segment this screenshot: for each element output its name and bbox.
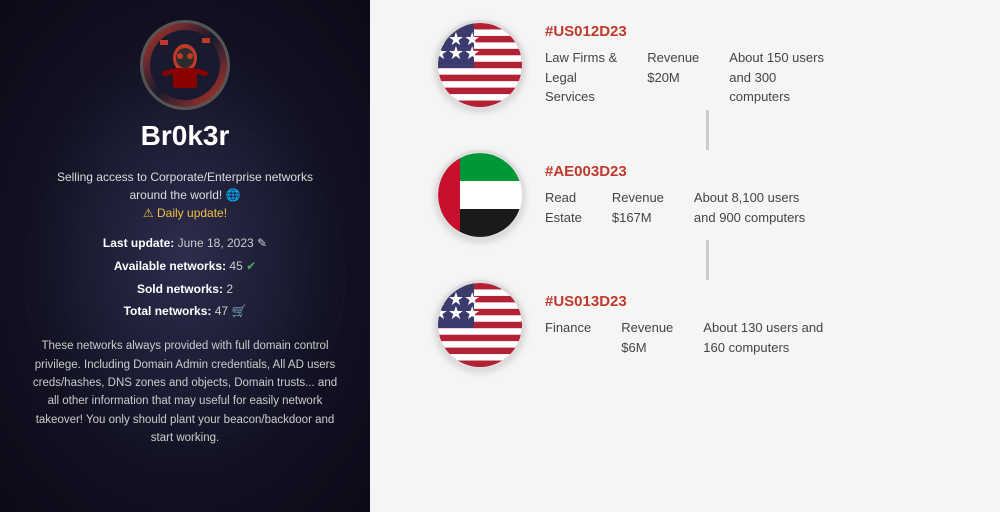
timeline: ★★★ ★★★ #US012D23 Law Firms & Legal Serv… bbox=[435, 20, 935, 370]
entry-col-users-3: About 130 users and 160 computers bbox=[703, 318, 823, 357]
entry-id-2: #AE003D23 bbox=[545, 163, 935, 180]
entry-data-3: Finance Revenue $6M About 130 users and … bbox=[545, 318, 935, 357]
svg-text:★★★: ★★★ bbox=[438, 303, 480, 323]
entry-data-1: Law Firms & Legal Services Revenue $20M … bbox=[545, 48, 935, 107]
username: Br0k3r bbox=[141, 120, 230, 152]
list-item: ★★★ ★★★ #US013D23 Finance Revenu bbox=[435, 280, 935, 370]
stats-block: Last update: June 18, 2023 ✎ Available n… bbox=[30, 232, 340, 323]
flag-us-1: ★★★ ★★★ bbox=[435, 20, 525, 110]
entry-data-2: Read Estate Revenue $167M About 8,100 us… bbox=[545, 188, 935, 227]
avatar bbox=[140, 20, 230, 110]
description: Selling access to Corporate/Enterprise n… bbox=[57, 168, 313, 222]
last-update: Last update: June 18, 2023 ✎ bbox=[30, 232, 340, 255]
entry-details-3: #US013D23 Finance Revenue $6M About 130 … bbox=[545, 293, 935, 357]
daily-update: ⚠ Daily update! bbox=[143, 206, 227, 220]
left-panel: Br0k3r Selling access to Corporate/Enter… bbox=[0, 0, 370, 512]
entry-col-industry-1: Law Firms & Legal Services bbox=[545, 48, 617, 107]
total-networks: Total networks: 47 🛒 bbox=[30, 300, 340, 323]
entry-col-users-2: About 8,100 users and 900 computers bbox=[694, 188, 805, 227]
entry-details-1: #US012D23 Law Firms & Legal Services Rev… bbox=[545, 23, 935, 107]
svg-text:★★★: ★★★ bbox=[438, 43, 480, 63]
entry-col-industry-2: Read Estate bbox=[545, 188, 582, 227]
sold-networks: Sold networks: 2 bbox=[30, 278, 340, 301]
entry-col-revenue-1: Revenue $20M bbox=[647, 48, 699, 107]
entry-col-industry-3: Finance bbox=[545, 318, 591, 357]
entry-row-3: ★★★ ★★★ #US013D23 Finance Revenu bbox=[435, 280, 935, 370]
entry-col-revenue-3: Revenue $6M bbox=[621, 318, 673, 357]
flag-us-2: ★★★ ★★★ bbox=[435, 280, 525, 370]
desc-line1: Selling access to Corporate/Enterprise n… bbox=[57, 170, 313, 184]
list-item: ★★★ ★★★ #US012D23 Law Firms & Legal Serv… bbox=[435, 20, 935, 150]
list-item: #AE003D23 Read Estate Revenue $167M Abou… bbox=[435, 150, 935, 280]
entry-col-revenue-2: Revenue $167M bbox=[612, 188, 664, 227]
entry-row-1: ★★★ ★★★ #US012D23 Law Firms & Legal Serv… bbox=[435, 20, 935, 110]
entry-id-3: #US013D23 bbox=[545, 293, 935, 310]
connector-1 bbox=[706, 110, 709, 150]
connector-2 bbox=[706, 240, 709, 280]
flag-ae-1 bbox=[435, 150, 525, 240]
available-networks: Available networks: 45 ✔ bbox=[30, 255, 340, 278]
entry-row-2: #AE003D23 Read Estate Revenue $167M Abou… bbox=[435, 150, 935, 240]
right-panel: ★★★ ★★★ #US012D23 Law Firms & Legal Serv… bbox=[370, 0, 1000, 512]
desc-line2: around the world! 🌐 bbox=[130, 188, 241, 202]
entry-details-2: #AE003D23 Read Estate Revenue $167M Abou… bbox=[545, 163, 935, 227]
info-block: These networks always provided with full… bbox=[30, 337, 340, 447]
entry-col-users-1: About 150 users and 300 computers bbox=[729, 48, 824, 107]
entry-id-1: #US012D23 bbox=[545, 23, 935, 40]
